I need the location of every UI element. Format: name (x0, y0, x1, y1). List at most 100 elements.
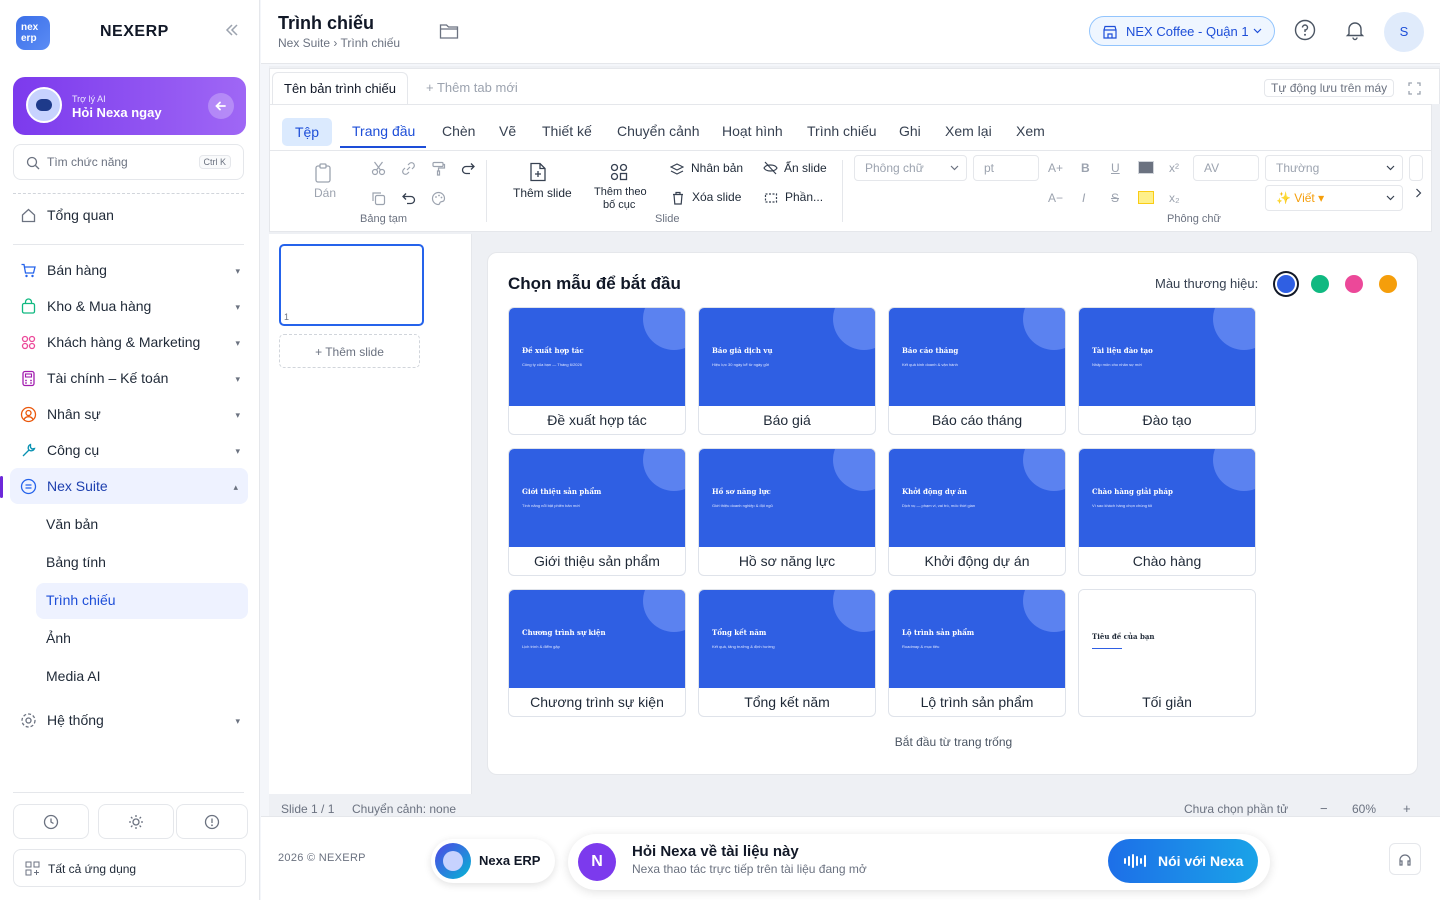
tab-insert[interactable]: Chèn (442, 123, 475, 139)
font-size-input[interactable]: pt (973, 155, 1039, 181)
duplicate-icon[interactable] (670, 162, 684, 176)
slide-thumbnail[interactable]: 1 (279, 244, 424, 326)
ai-write-select[interactable]: ✨ Viết ▾ (1265, 185, 1403, 211)
add-slide-button[interactable]: + Thêm slide (279, 334, 420, 368)
grow-font-button[interactable]: A+ (1048, 161, 1063, 175)
tab-draw[interactable]: Vẽ (499, 123, 516, 139)
template-card[interactable]: Báo cáo tháng Kết quả kinh doanh & vận hà… (888, 307, 1066, 435)
nav-tools[interactable]: Công cụ ▾ (0, 432, 260, 468)
paste-icon[interactable] (314, 163, 332, 183)
brand-color-swatch-orange[interactable] (1379, 275, 1397, 293)
cut-icon[interactable] (371, 161, 386, 176)
brand-color-swatch-blue[interactable] (1277, 275, 1295, 293)
tab-file[interactable]: Tệp (282, 118, 332, 146)
app-logo[interactable]: nex erp (16, 16, 50, 50)
nexa-erp-pill[interactable]: Nexa ERP (431, 839, 555, 883)
chevron-down-icon[interactable]: ▾ (235, 446, 240, 457)
nav-sub-documents[interactable]: Văn bản (46, 516, 98, 532)
function-search[interactable]: Tìm chức năng Ctrl K (13, 144, 244, 180)
tab-view[interactable]: Xem (1016, 123, 1045, 139)
chevron-down-icon[interactable]: ▾ (235, 302, 240, 313)
template-card[interactable]: Giới thiệu sản phẩm Tính năng nổi bật phi… (508, 448, 686, 576)
support-button[interactable] (1389, 843, 1421, 875)
character-spacing-input[interactable]: AV (1193, 155, 1259, 181)
chevron-down-icon[interactable]: ▾ (235, 338, 240, 349)
palette-icon[interactable] (431, 191, 446, 206)
link-icon[interactable] (401, 161, 416, 176)
nav-hr[interactable]: Nhân sự ▾ (0, 396, 260, 432)
underline-button[interactable]: U (1111, 161, 1120, 175)
nav-overview[interactable]: Tổng quan (0, 197, 260, 233)
bold-button[interactable]: B (1081, 161, 1090, 175)
strikethrough-button[interactable]: S (1111, 191, 1119, 205)
folder-icon[interactable] (439, 22, 459, 40)
template-card[interactable]: Đề xuất hợp tác Công ty của bạn — Tháng 6… (508, 307, 686, 435)
redo-icon[interactable] (461, 161, 476, 176)
tab-record[interactable]: Ghi (899, 123, 921, 139)
nav-sub-media-ai[interactable]: Media AI (46, 668, 100, 684)
add-slide-label[interactable]: Thêm slide (513, 186, 572, 200)
nav-sales[interactable]: Bán hàng ▾ (0, 252, 260, 288)
nav-finance[interactable]: Tài chính – Kế toán ▾ (0, 360, 260, 396)
subscript-button[interactable]: x₂ (1169, 191, 1180, 205)
start-blank-link[interactable]: Bắt đầu từ trang trống (488, 735, 1419, 749)
breadcrumb[interactable]: Nex Suite › Trình chiếu (278, 36, 400, 50)
talk-to-nexa-button[interactable]: Nói với Nexa (1108, 839, 1258, 883)
add-by-layout-label-1[interactable]: Thêm theo (594, 186, 647, 198)
nav-inventory[interactable]: Kho & Mua hàng ▾ (0, 288, 260, 324)
nav-system[interactable]: Hệ thống ▾ (0, 702, 260, 738)
tab-design[interactable]: Thiết kế (542, 123, 592, 139)
nav-sub-spreadsheets[interactable]: Bảng tính (46, 554, 106, 570)
help-icon[interactable] (1294, 19, 1316, 41)
alert-button[interactable] (176, 804, 248, 839)
chevron-down-icon[interactable]: ▾ (235, 266, 240, 277)
ribbon-overflow-box[interactable] (1409, 155, 1423, 181)
history-button[interactable] (13, 804, 89, 839)
superscript-button[interactable]: x² (1169, 161, 1179, 175)
template-card[interactable]: Chào hàng giải pháp Vì sao khách hàng chọ… (1078, 448, 1256, 576)
section-label[interactable]: Phần... (785, 190, 823, 204)
highlight-color-button[interactable] (1138, 191, 1154, 204)
hide-slide-label[interactable]: Ẩn slide (784, 161, 827, 175)
template-card[interactable]: Hồ sơ năng lực Giới thiệu doanh nghiệp & … (698, 448, 876, 576)
template-card[interactable]: Báo giá dịch vụ Hiệu lực 30 ngày kể từ ng… (698, 307, 876, 435)
store-selector[interactable]: NEX Coffee - Quận 1 (1089, 16, 1275, 46)
add-by-layout-label-2[interactable]: bố cục (603, 199, 635, 211)
document-tab[interactable]: Tên bản trình chiếu (272, 72, 409, 105)
template-card[interactable]: Khởi động dự án Dịch vụ — phạm vi, vai tr… (888, 448, 1066, 576)
nav-customers-marketing[interactable]: Khách hàng & Marketing ▾ (0, 324, 260, 360)
italic-button[interactable]: I (1082, 191, 1085, 205)
section-icon[interactable] (764, 191, 778, 205)
ask-nexa-bar[interactable]: N Hỏi Nexa về tài liệu này Nexa thao tác… (568, 834, 1270, 890)
brand-color-swatch-pink[interactable] (1345, 275, 1363, 293)
arrow-left-icon[interactable] (208, 93, 234, 119)
font-color-button[interactable] (1138, 161, 1154, 174)
undo-icon[interactable] (401, 191, 416, 206)
font-family-select[interactable]: Phông chữ (854, 155, 967, 181)
brand-color-swatch-green[interactable] (1311, 275, 1329, 293)
paragraph-style-select[interactable]: Thường (1265, 155, 1403, 181)
chevron-up-icon[interactable]: ▴ (233, 482, 238, 493)
tab-transitions[interactable]: Chuyển cảnh (617, 123, 700, 139)
duplicate-label[interactable]: Nhân bản (691, 161, 743, 175)
delete-slide-label[interactable]: Xóa slide (692, 190, 741, 204)
copy-icon[interactable] (371, 191, 386, 206)
template-card[interactable]: Chương trình sự kiện Lịch trình & điểm gặ… (508, 589, 686, 717)
user-avatar[interactable]: S (1384, 12, 1424, 52)
chevron-down-icon[interactable]: ▾ (235, 374, 240, 385)
eye-off-icon[interactable] (763, 161, 778, 175)
template-card[interactable]: Tổng kết năm Kết quả, tăng trưởng & định … (698, 589, 876, 717)
zoom-in-button[interactable]: + (1403, 801, 1411, 816)
nav-sub-presentations[interactable]: Trình chiếu (36, 583, 248, 619)
add-slide-icon[interactable] (529, 162, 547, 182)
template-card-minimal[interactable]: Tiêu đề của bạn Tối giản (1078, 589, 1256, 717)
tab-animations[interactable]: Hoạt hình (722, 123, 783, 139)
new-tab-button[interactable]: + Thêm tab mới (426, 80, 518, 95)
trash-icon[interactable] (671, 191, 685, 205)
all-apps-button[interactable]: Tất cả ứng dụng (13, 849, 246, 887)
ai-assistant-card[interactable]: Trợ lý AI Hỏi Nexa ngay (13, 77, 246, 135)
tab-slideshow[interactable]: Trình chiếu (807, 123, 877, 139)
theme-button[interactable] (98, 804, 174, 839)
nav-sub-images[interactable]: Ảnh (46, 630, 71, 646)
bell-icon[interactable] (1344, 19, 1366, 41)
